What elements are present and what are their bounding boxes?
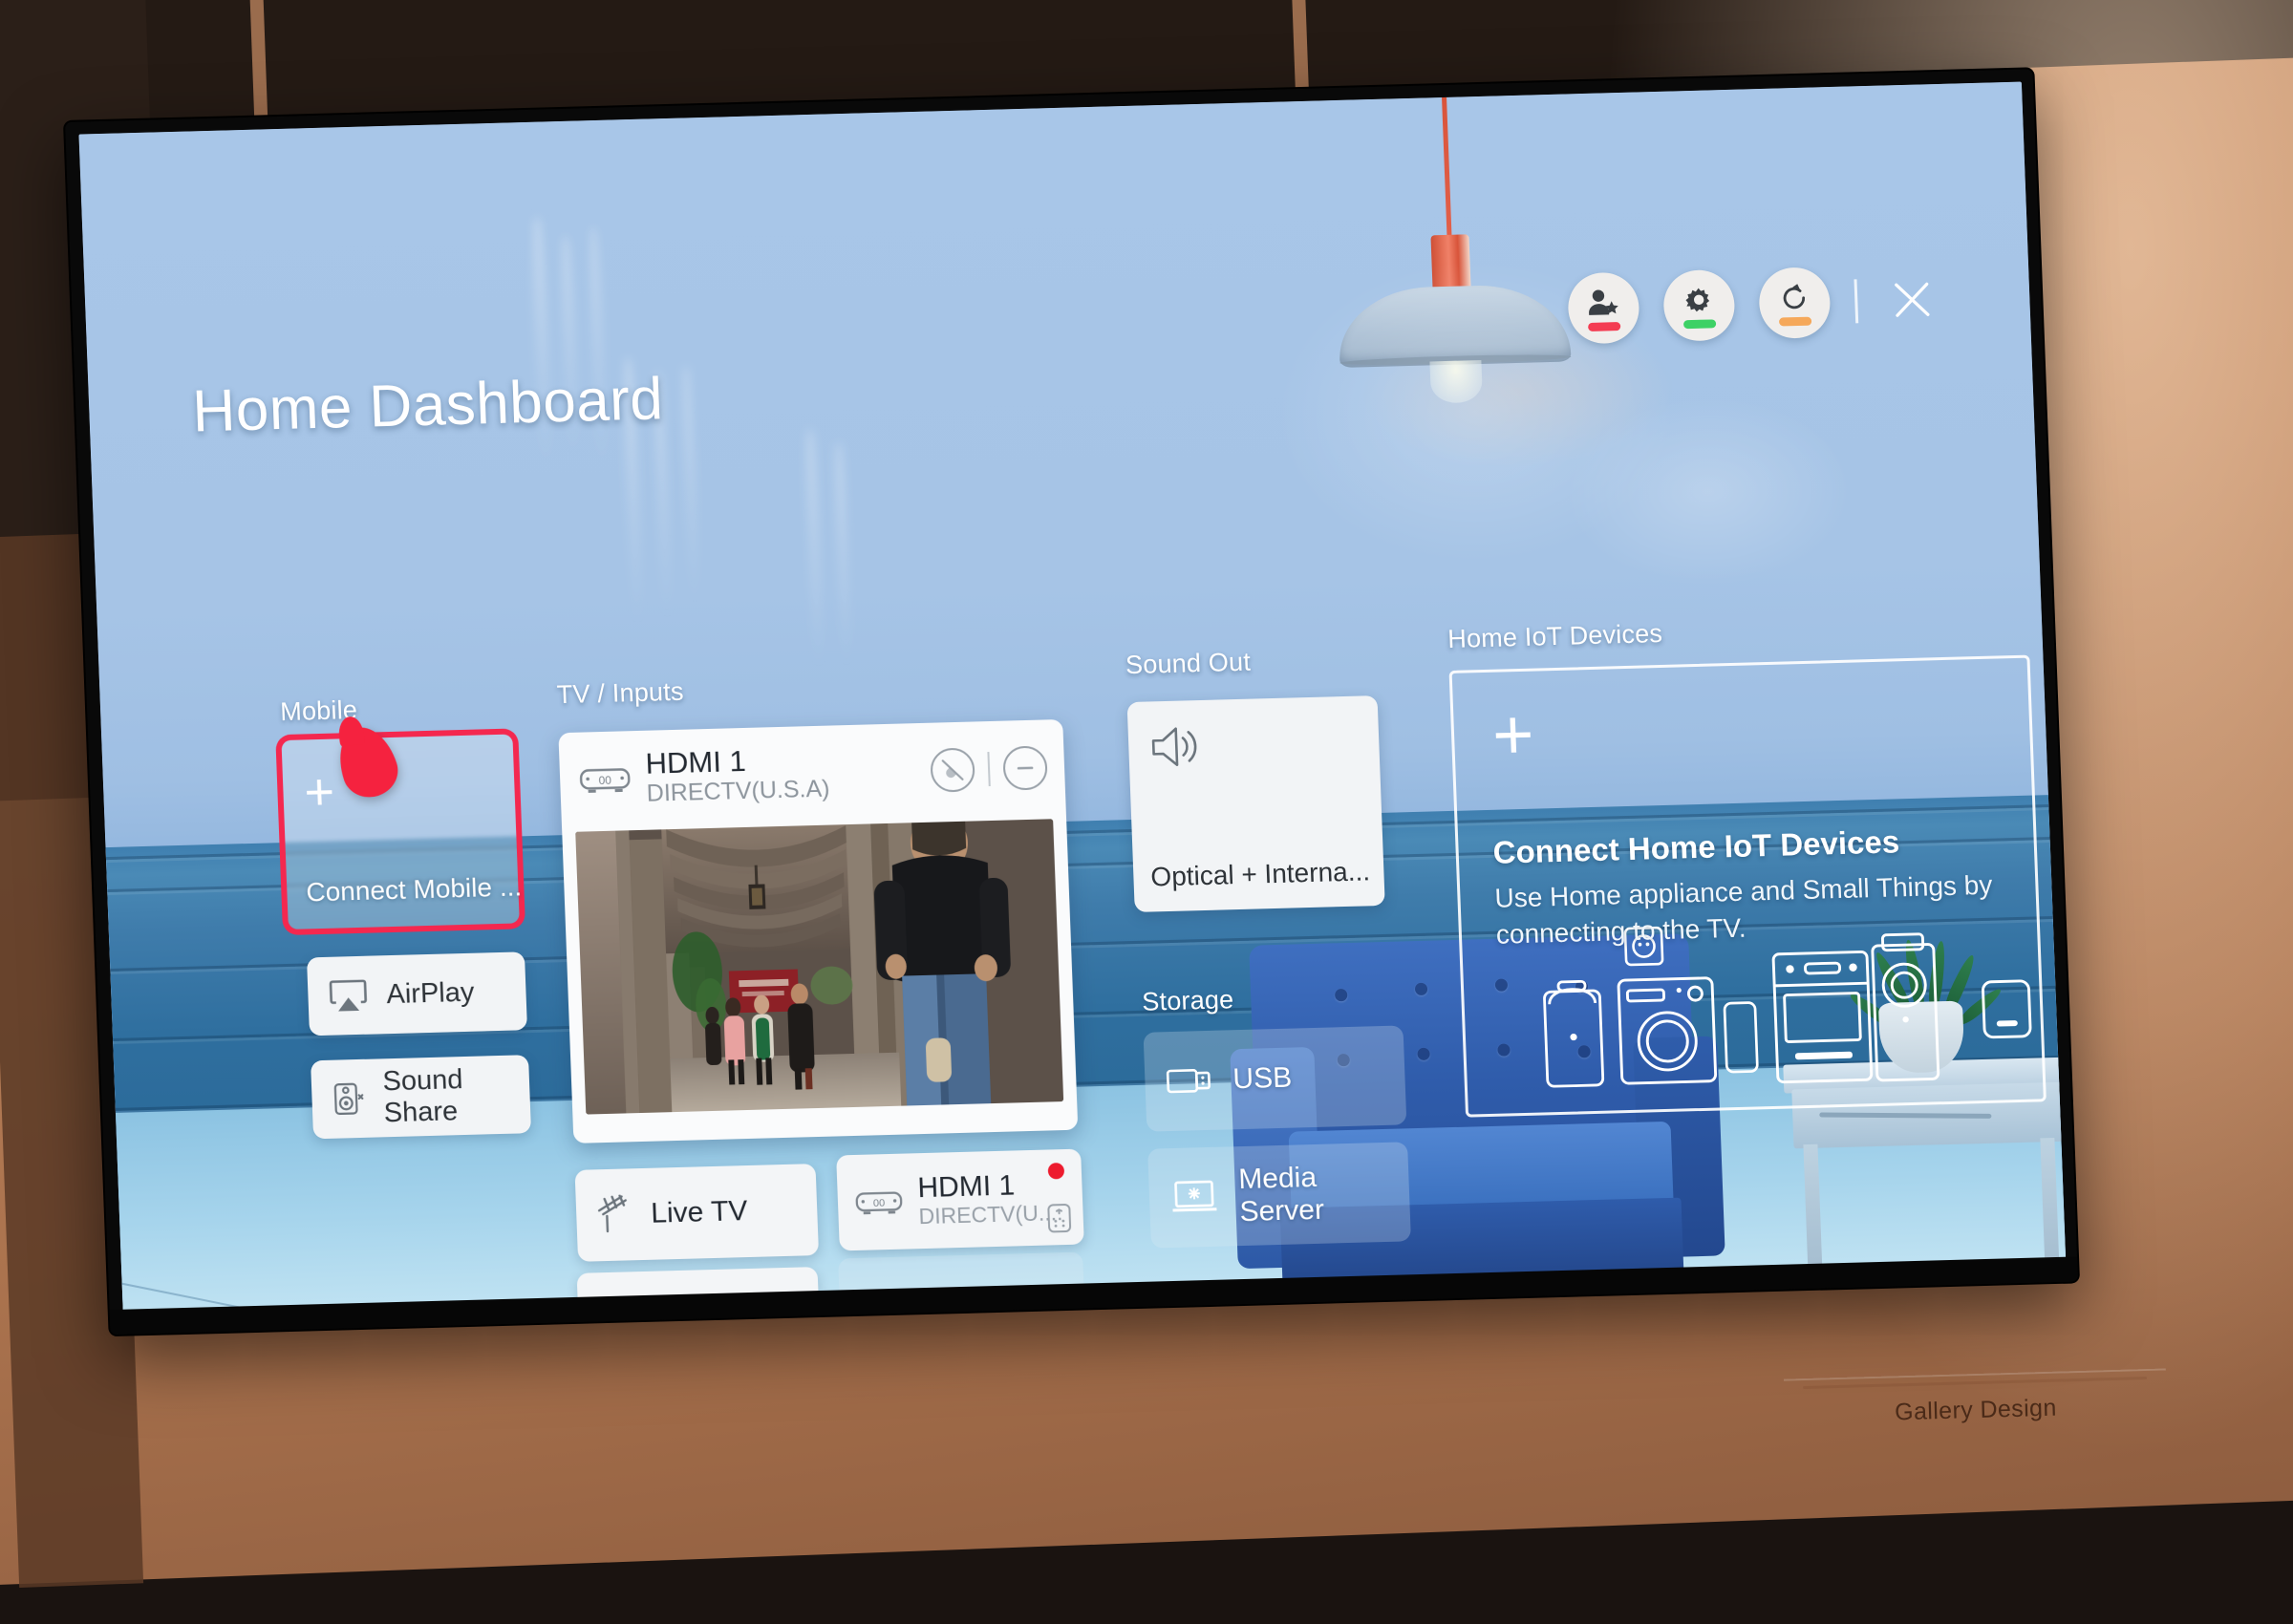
sound-out-card[interactable]: Optical + Interna... <box>1127 695 1385 912</box>
input-sublabel: DIRECTV(U.... <box>918 1201 1063 1229</box>
disconnect-input-button[interactable] <box>930 747 975 792</box>
svg-text:00: 00 <box>598 774 611 787</box>
minus-circle-icon <box>1013 756 1039 781</box>
preview-subtitle: DIRECTV(U.S.A) <box>646 775 830 807</box>
section-label-storage: Storage <box>1142 985 1234 1017</box>
user-profile-accent <box>1588 322 1620 331</box>
input-video-thumbnail <box>575 819 1063 1114</box>
section-label-tv-inputs: TV / Inputs <box>556 677 684 711</box>
sound-share-button[interactable]: Sound Share <box>311 1055 531 1139</box>
sound-out-value: Optical + Interna... <box>1150 856 1371 892</box>
user-profile-button[interactable] <box>1567 272 1640 345</box>
speaker-icon <box>1148 723 1202 775</box>
tv-screen: Home Dashboard <box>78 82 2066 1314</box>
iot-title: Connect Home IoT Devices <box>1492 823 1900 870</box>
media-server-icon <box>1169 1179 1218 1216</box>
gear-icon <box>1683 285 1715 316</box>
refresh-icon <box>1779 283 1811 314</box>
section-label-sound-out: Sound Out <box>1125 648 1252 681</box>
storage-item-usb[interactable]: USB <box>1144 1025 1407 1131</box>
svg-text:00: 00 <box>873 1198 886 1209</box>
settings-accent <box>1683 319 1716 329</box>
airplay-label: AirPlay <box>386 976 475 1010</box>
page-title: Home Dashboard <box>191 365 664 445</box>
sound-share-label: Sound Share <box>382 1062 531 1129</box>
plus-icon: + <box>1491 706 1534 763</box>
current-input-preview-card[interactable]: 00 HDMI 1 DIRECTV(U.S.A) <box>558 719 1078 1143</box>
top-action-bar <box>1567 264 1943 345</box>
sound-share-icon <box>332 1079 365 1119</box>
plug-disconnect-icon <box>939 757 967 784</box>
connect-mobile-label: Connect Mobile ... <box>306 871 523 908</box>
refresh-accent <box>1779 317 1811 327</box>
user-star-icon <box>1587 288 1620 319</box>
remove-input-button[interactable] <box>1002 745 1048 790</box>
preview-title: HDMI 1 <box>645 744 829 780</box>
iot-description: Use Home appliance and Small Things by c… <box>1494 866 2013 952</box>
toolbar-divider <box>1854 279 1858 323</box>
input-tile-live-tv[interactable]: Live TV <box>575 1164 820 1262</box>
plus-icon: + <box>303 766 335 819</box>
input-tile-hdmi-1[interactable]: 00 HDMI 1 DIRECTV(U.... <box>836 1149 1084 1251</box>
input-label: HDMI 1 <box>917 1170 1062 1205</box>
airplay-icon <box>329 978 368 1014</box>
preview-header: 00 HDMI 1 DIRECTV(U.S.A) <box>558 719 1066 828</box>
set-top-box-icon: 00 <box>579 762 632 796</box>
airplay-button[interactable]: AirPlay <box>307 951 527 1036</box>
remote-control-icon <box>1046 1203 1072 1234</box>
placard-label: Gallery Design <box>1895 1395 2057 1426</box>
storage-item-media-server[interactable]: Media Server <box>1147 1142 1411 1248</box>
active-input-indicator <box>1048 1163 1065 1179</box>
action-divider <box>987 752 990 786</box>
settings-button[interactable] <box>1662 269 1736 342</box>
close-button[interactable] <box>1881 269 1942 331</box>
connect-mobile-card[interactable]: + Connect Mobile ... <box>281 735 519 930</box>
input-label: Live TV <box>651 1195 748 1230</box>
set-top-box-icon: 00 <box>854 1186 903 1218</box>
refresh-button[interactable] <box>1758 267 1832 339</box>
gallery-placard: Gallery Design <box>1784 1368 2168 1457</box>
connect-home-iot-panel[interactable]: + Connect Home IoT Devices Use Home appl… <box>1449 655 2047 1118</box>
antenna-icon <box>593 1194 637 1235</box>
storage-label: Media Server <box>1238 1159 1411 1229</box>
home-dashboard-overlay: Home Dashboard <box>78 82 2066 1314</box>
storage-label: USB <box>1232 1062 1293 1097</box>
television: Home Dashboard <box>65 69 2078 1335</box>
section-label-home-iot: Home IoT Devices <box>1447 619 1663 654</box>
usb-icon <box>1166 1064 1212 1098</box>
